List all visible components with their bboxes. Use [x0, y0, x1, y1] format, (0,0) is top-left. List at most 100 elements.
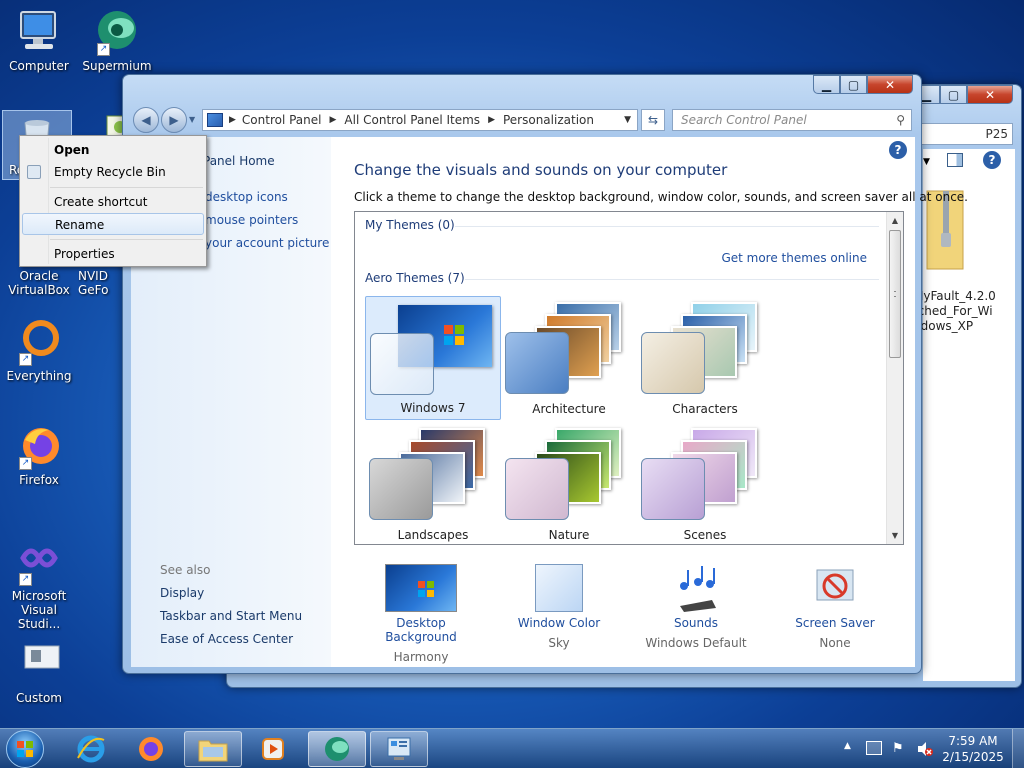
desktop-icon-label: Computer: [9, 59, 69, 73]
firefox-icon: ↗: [15, 422, 63, 470]
page-heading: Change the visuals and sounds on your co…: [354, 161, 728, 179]
shortcut-arrow-icon: ↗: [19, 457, 32, 470]
menu-item-rename[interactable]: Rename: [22, 213, 204, 235]
recycle-icon: [27, 165, 41, 179]
theme-color-swatch: [370, 333, 434, 395]
address-dropdown-icon[interactable]: ▼: [624, 115, 631, 125]
taskbar-internet-explorer[interactable]: [62, 731, 120, 767]
search-box[interactable]: P25: [917, 123, 1013, 145]
theme-landscapes[interactable]: Landscapes: [365, 422, 501, 544]
personalization-window[interactable]: ▁ ▢ ✕ ◀ ▶ ▼ ▶ Control Panel ▶ All Contro…: [122, 74, 968, 674]
nav-link-account-picture[interactable]: your account picture: [205, 236, 329, 250]
window-controls: ▁ ▢ ✕: [813, 75, 913, 94]
windows-logo-icon: [17, 741, 33, 757]
theme-nature[interactable]: Nature: [501, 422, 637, 544]
theme-name: Landscapes: [397, 528, 469, 542]
themes-list[interactable]: My Themes (0) Get more themes online Aer…: [354, 211, 904, 545]
nav-link-desktop-icons[interactable]: desktop icons: [205, 190, 288, 204]
supermium-icon: ↗: [93, 8, 141, 56]
menu-item-create-shortcut[interactable]: Create shortcut: [22, 191, 204, 213]
desktop-icon-custom[interactable]: Custom: [4, 640, 74, 705]
show-hidden-icons-button[interactable]: ▲: [844, 741, 851, 751]
preview-pane-icon[interactable]: [947, 153, 963, 167]
show-desktop-button[interactable]: [1012, 729, 1024, 768]
volume-muted-icon[interactable]: [916, 741, 934, 757]
taskbar-supermium[interactable]: [308, 731, 366, 767]
see-also-display[interactable]: Display: [160, 586, 204, 600]
address-bar[interactable]: ▶ Control Panel ▶ All Control Panel Item…: [202, 109, 638, 131]
recent-pages-chevron-icon[interactable]: ▼: [189, 115, 195, 124]
taskbar-firefox[interactable]: [122, 731, 180, 767]
network-icon[interactable]: [866, 741, 882, 755]
get-more-themes-link[interactable]: Get more themes online: [721, 251, 867, 265]
desktop-background-setting[interactable]: Desktop Background Harmony: [361, 564, 481, 664]
chevron-down-icon[interactable]: ▼: [923, 157, 930, 167]
help-icon[interactable]: ?: [889, 141, 907, 159]
theme-architecture[interactable]: Architecture: [501, 296, 637, 420]
theme-color-swatch: [641, 332, 705, 394]
my-themes-heading: My Themes (0): [365, 218, 455, 232]
media-player-icon: [262, 738, 284, 760]
minimize-button[interactable]: ▁: [813, 75, 840, 94]
breadcrumb-arrow-icon[interactable]: ▶: [488, 115, 495, 125]
setting-title: Screen Saver: [795, 616, 875, 630]
screen-saver-setting[interactable]: Screen Saver None: [775, 564, 895, 650]
theme-name: Nature: [548, 528, 590, 542]
clock[interactable]: 7:59 AM 2/15/2025: [940, 733, 1006, 765]
file-label[interactable]: MyFault_4.2.0 tched_For_Wi ndows_XP: [913, 289, 996, 334]
firefox-icon: [139, 737, 163, 761]
forward-button[interactable]: ▶: [161, 107, 187, 133]
refresh-button[interactable]: ⇆: [641, 109, 665, 131]
scrollbar-thumb[interactable]: [889, 230, 901, 358]
desktop-icon-visual-studio[interactable]: ↗ Microsoft Visual Studi...: [2, 538, 76, 631]
desktop-icon-supermium[interactable]: ↗ Supermium: [82, 8, 152, 73]
action-center-flag-icon[interactable]: ⚑: [892, 741, 904, 756]
desktop-icon-label: Everything: [6, 369, 72, 383]
theme-color-swatch: [505, 332, 569, 394]
theme-scenes[interactable]: Scenes: [637, 422, 773, 544]
taskbar-windows-explorer[interactable]: [184, 731, 242, 767]
visual-studio-icon: ↗: [15, 538, 63, 586]
breadcrumb-arrow-icon[interactable]: ▶: [330, 115, 337, 125]
breadcrumb-control-panel[interactable]: Control Panel: [242, 113, 322, 127]
desktop-icon-computer[interactable]: Computer: [4, 8, 74, 73]
nav-link-mouse-pointers[interactable]: mouse pointers: [205, 213, 298, 227]
menu-item-open[interactable]: Open: [22, 139, 204, 161]
themes-scrollbar[interactable]: ▲ ▼: [886, 212, 903, 544]
scroll-up-arrow-icon[interactable]: ▲: [887, 212, 903, 229]
breadcrumb-all-items[interactable]: All Control Panel Items: [344, 113, 480, 127]
maximize-button[interactable]: ▢: [840, 75, 867, 94]
setting-value: Windows Default: [645, 636, 747, 650]
close-button[interactable]: ✕: [867, 75, 913, 94]
desktop-icon-label: Supermium: [82, 59, 152, 73]
see-also-taskbar[interactable]: Taskbar and Start Menu: [160, 609, 302, 623]
taskbar-control-panel[interactable]: [370, 731, 428, 767]
search-icon[interactable]: ⚲: [896, 113, 905, 127]
menu-item-properties[interactable]: Properties: [22, 243, 204, 265]
nav-link-control-panel-home[interactable]: Panel Home: [203, 154, 275, 168]
back-button[interactable]: ◀: [133, 107, 159, 133]
menu-item-empty-recycle-bin[interactable]: Empty Recycle Bin: [22, 161, 204, 183]
sounds-icon: [672, 564, 720, 612]
internet-explorer-icon: [77, 735, 105, 763]
folder-icon: [198, 740, 228, 762]
breadcrumb-personalization[interactable]: Personalization: [503, 113, 594, 127]
desktop-icon-everything[interactable]: ↗ Everything: [4, 318, 74, 383]
theme-characters[interactable]: Characters: [637, 296, 773, 420]
setting-value: None: [819, 636, 851, 650]
scroll-down-arrow-icon[interactable]: ▼: [887, 527, 903, 544]
maximize-button[interactable]: ▢: [940, 85, 967, 104]
desktop-icon-firefox[interactable]: ↗ Firefox: [4, 422, 74, 487]
sounds-setting[interactable]: Sounds Windows Default: [636, 564, 756, 650]
start-button[interactable]: [6, 730, 44, 768]
theme-name: Scenes: [683, 528, 727, 542]
see-also-ease-of-access[interactable]: Ease of Access Center: [160, 632, 293, 646]
help-icon[interactable]: ?: [983, 151, 1001, 169]
theme-windows-7[interactable]: Windows 7: [365, 296, 501, 420]
theme-name: Windows 7: [400, 401, 466, 415]
taskbar-media-player[interactable]: [244, 731, 302, 767]
breadcrumb-arrow-icon[interactable]: ▶: [229, 115, 236, 125]
search-control-panel-input[interactable]: Search Control Panel ⚲: [672, 109, 912, 131]
window-color-setting[interactable]: Window Color Sky: [499, 564, 619, 650]
close-button[interactable]: ✕: [967, 85, 1013, 104]
